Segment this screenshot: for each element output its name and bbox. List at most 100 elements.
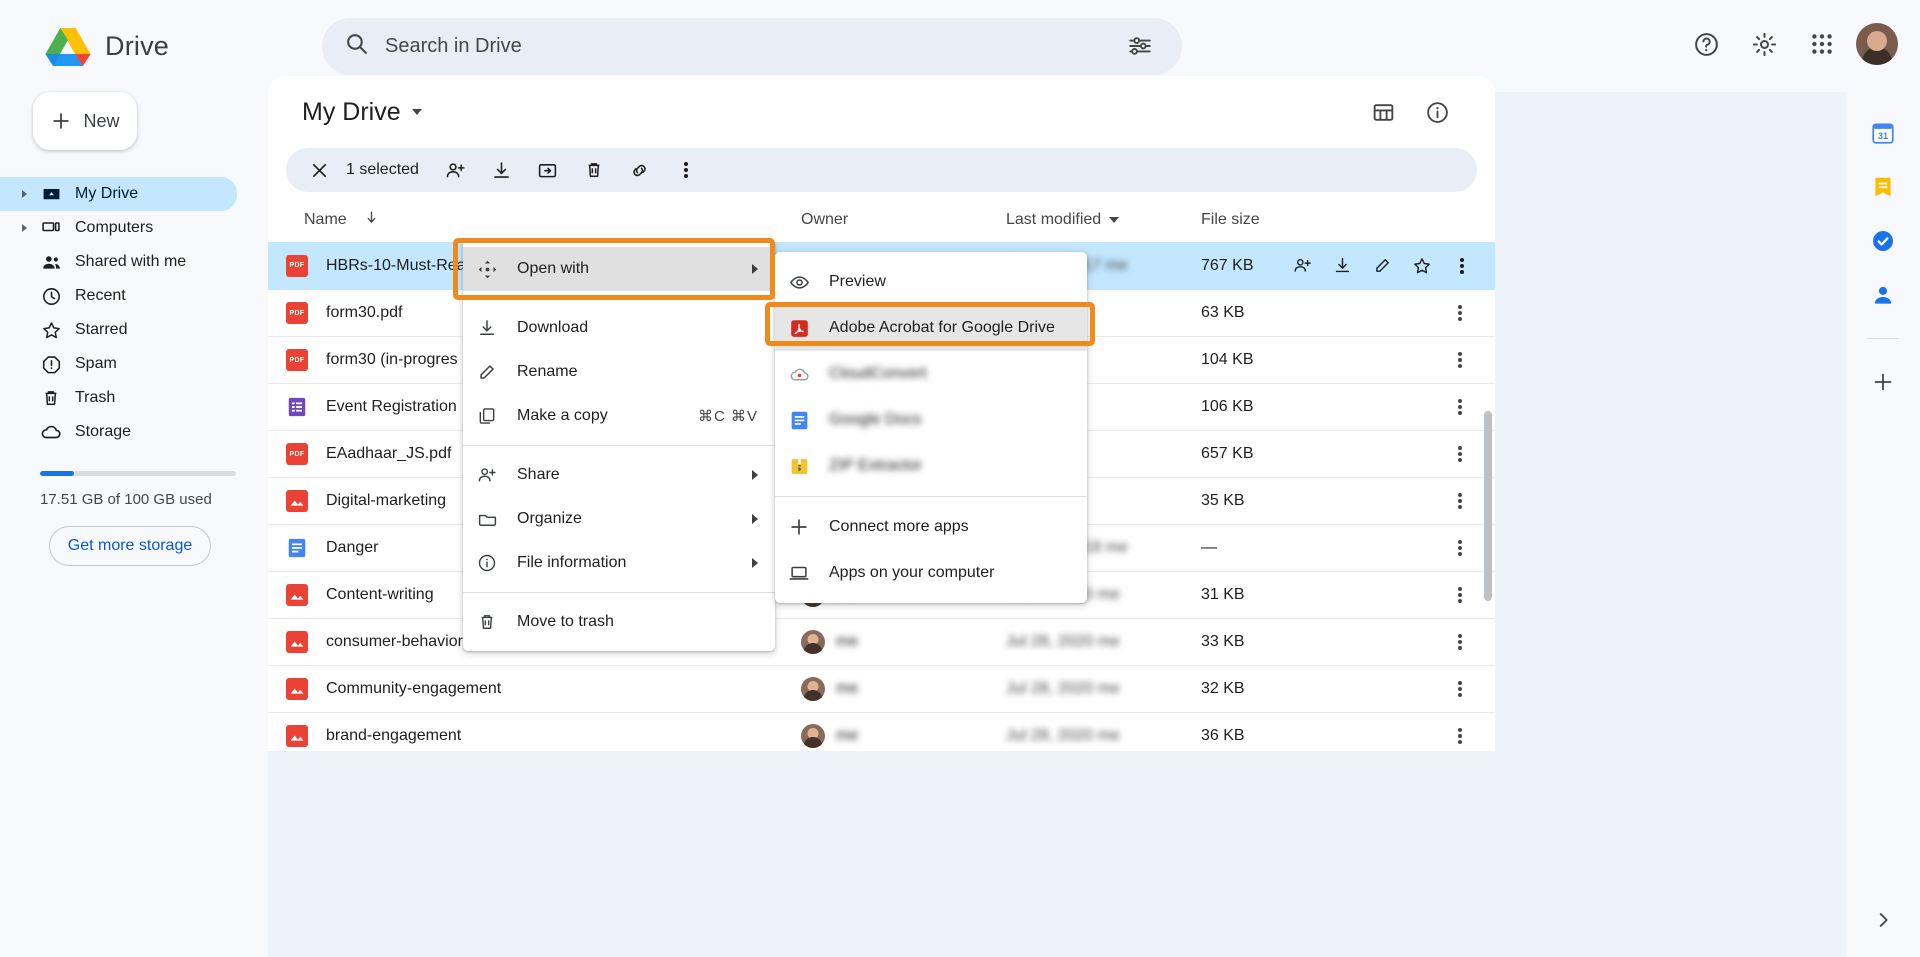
table-row[interactable]: brand-engagement me Jul 28, 2020 me 36 K…	[268, 713, 1495, 751]
more-vertical-icon[interactable]	[1443, 719, 1477, 751]
more-vertical-icon[interactable]	[1443, 625, 1477, 659]
share-person-add-icon[interactable]	[1285, 249, 1319, 283]
submenu-item-adobe-acrobat[interactable]: Adobe Acrobat for Google Drive	[775, 305, 1087, 351]
column-name-label: Name	[304, 211, 347, 229]
sidebar-item-recent[interactable]: Recent	[0, 279, 237, 313]
search-options-icon[interactable]	[1120, 26, 1160, 66]
context-menu-label: Organize	[517, 510, 734, 528]
sidebar-item-storage[interactable]: Storage	[0, 415, 237, 449]
storage-section: 17.51 GB of 100 GB used Get more storage	[0, 471, 268, 566]
submenu-item-connect-more-apps[interactable]: Connect more apps	[775, 504, 1087, 550]
star-icon[interactable]	[1405, 249, 1439, 283]
column-name[interactable]: Name	[286, 209, 801, 231]
more-vertical-icon[interactable]	[667, 151, 705, 189]
sidebar-item-my-drive[interactable]: My Drive	[0, 177, 237, 211]
avatar[interactable]	[1856, 23, 1898, 65]
search-input[interactable]	[369, 35, 1120, 58]
image-file-icon	[286, 725, 308, 747]
submenu-item-zip-extractor[interactable]: ZIP Extractor	[775, 443, 1087, 489]
table-row[interactable]: Community-engagement me Jul 28, 2020 me …	[268, 666, 1495, 713]
trash-icon[interactable]	[575, 151, 613, 189]
get-more-storage-button[interactable]: Get more storage	[49, 526, 211, 566]
google-contacts-icon[interactable]	[1866, 278, 1900, 312]
close-icon[interactable]	[300, 151, 338, 189]
download-icon	[475, 316, 499, 340]
more-vertical-icon[interactable]	[1443, 672, 1477, 706]
file-name: Content-writing	[326, 586, 434, 604]
sidebar-item-starred[interactable]: Starred	[0, 313, 237, 347]
column-last-modified[interactable]: Last modified	[1006, 211, 1201, 229]
context-menu-item-move-to-trash[interactable]: Move to trash	[463, 600, 775, 644]
sidebar-item-computers[interactable]: Computers	[0, 211, 237, 245]
info-icon[interactable]	[1413, 88, 1461, 136]
google-docs-icon	[787, 408, 811, 432]
google-calendar-icon[interactable]: 31	[1866, 116, 1900, 150]
search-bar[interactable]	[322, 18, 1182, 75]
column-file-size[interactable]: File size	[1201, 211, 1477, 229]
link-icon[interactable]	[621, 151, 659, 189]
chevron-right-icon[interactable]	[1868, 905, 1898, 935]
context-menu-item-file-information[interactable]: File information	[463, 541, 775, 585]
more-vertical-icon[interactable]	[1443, 531, 1477, 565]
vertical-scrollbar[interactable]	[1484, 411, 1492, 601]
drive-logo-icon	[45, 26, 91, 67]
search-icon	[344, 31, 369, 61]
context-menu-label: File information	[517, 554, 734, 572]
menu-divider	[463, 445, 775, 446]
menu-divider	[463, 298, 775, 299]
panel-header: My Drive	[268, 76, 1495, 148]
pdf-file-icon: PDF	[286, 349, 308, 371]
more-vertical-icon[interactable]	[1443, 578, 1477, 612]
sidebar-label: Starred	[75, 321, 127, 339]
context-menu-item-share[interactable]: Share	[463, 453, 775, 497]
submenu-item-apps-on-your-computer[interactable]: Apps on your computer	[775, 550, 1087, 596]
download-icon[interactable]	[1325, 249, 1359, 283]
expand-caret-icon[interactable]	[22, 224, 27, 232]
arrow-down-icon[interactable]	[363, 209, 380, 231]
table-row[interactable]: consumer-behavior me Jul 28, 2020 me 33 …	[268, 619, 1495, 666]
rename-pencil-icon[interactable]	[1365, 249, 1399, 283]
sidebar-label: Spam	[75, 355, 117, 373]
more-vertical-icon[interactable]	[1443, 390, 1477, 424]
submenu-item-cloudconvert[interactable]: CloudConvert	[775, 351, 1087, 397]
column-owner[interactable]: Owner	[801, 211, 1006, 229]
submenu-label: Apps on your computer	[829, 564, 994, 582]
selection-toolbar: 1 selected	[286, 148, 1477, 192]
sidebar-item-spam[interactable]: Spam	[0, 347, 237, 381]
context-menu-item-download[interactable]: Download	[463, 306, 775, 350]
file-name: Danger	[326, 539, 378, 557]
cloud-icon	[40, 421, 62, 443]
more-vertical-icon[interactable]	[1443, 437, 1477, 471]
gear-icon[interactable]	[1740, 20, 1788, 68]
help-icon[interactable]	[1682, 20, 1730, 68]
rail-divider	[1867, 338, 1899, 339]
share-person-add-icon[interactable]	[437, 151, 475, 189]
more-vertical-icon[interactable]	[1443, 343, 1477, 377]
more-vertical-icon[interactable]	[1443, 484, 1477, 518]
context-menu-item-rename[interactable]: Rename	[463, 350, 775, 394]
context-menu-item-organize[interactable]: Organize	[463, 497, 775, 541]
pdf-file-icon: PDF	[286, 255, 308, 277]
move-to-folder-icon[interactable]	[529, 151, 567, 189]
google-tasks-icon[interactable]	[1866, 224, 1900, 258]
context-menu-item-open-with[interactable]: Open with	[463, 247, 775, 291]
image-file-icon	[286, 490, 308, 512]
submenu-item-preview[interactable]: Preview	[775, 259, 1087, 305]
sidebar-item-shared-with-me[interactable]: Shared with me	[0, 245, 237, 279]
plus-icon[interactable]	[1866, 365, 1900, 399]
download-icon[interactable]	[483, 151, 521, 189]
context-menu-item-make-a-copy[interactable]: Make a copy ⌘C ⌘V	[463, 394, 775, 438]
expand-caret-icon[interactable]	[22, 190, 27, 198]
app-name: Drive	[105, 31, 169, 62]
more-vertical-icon[interactable]	[1443, 296, 1477, 330]
new-button[interactable]: New	[33, 92, 137, 150]
chevron-down-icon[interactable]	[412, 109, 422, 115]
submenu-label: Preview	[829, 273, 886, 291]
more-vertical-icon[interactable]	[1445, 249, 1479, 283]
apps-grid-icon[interactable]	[1798, 20, 1846, 68]
submenu-item-google-docs[interactable]: Google Docs	[775, 397, 1087, 443]
context-menu-label: Share	[517, 466, 734, 484]
sidebar-item-trash[interactable]: Trash	[0, 381, 237, 415]
grid-view-icon[interactable]	[1359, 88, 1407, 136]
google-keep-icon[interactable]	[1866, 170, 1900, 204]
